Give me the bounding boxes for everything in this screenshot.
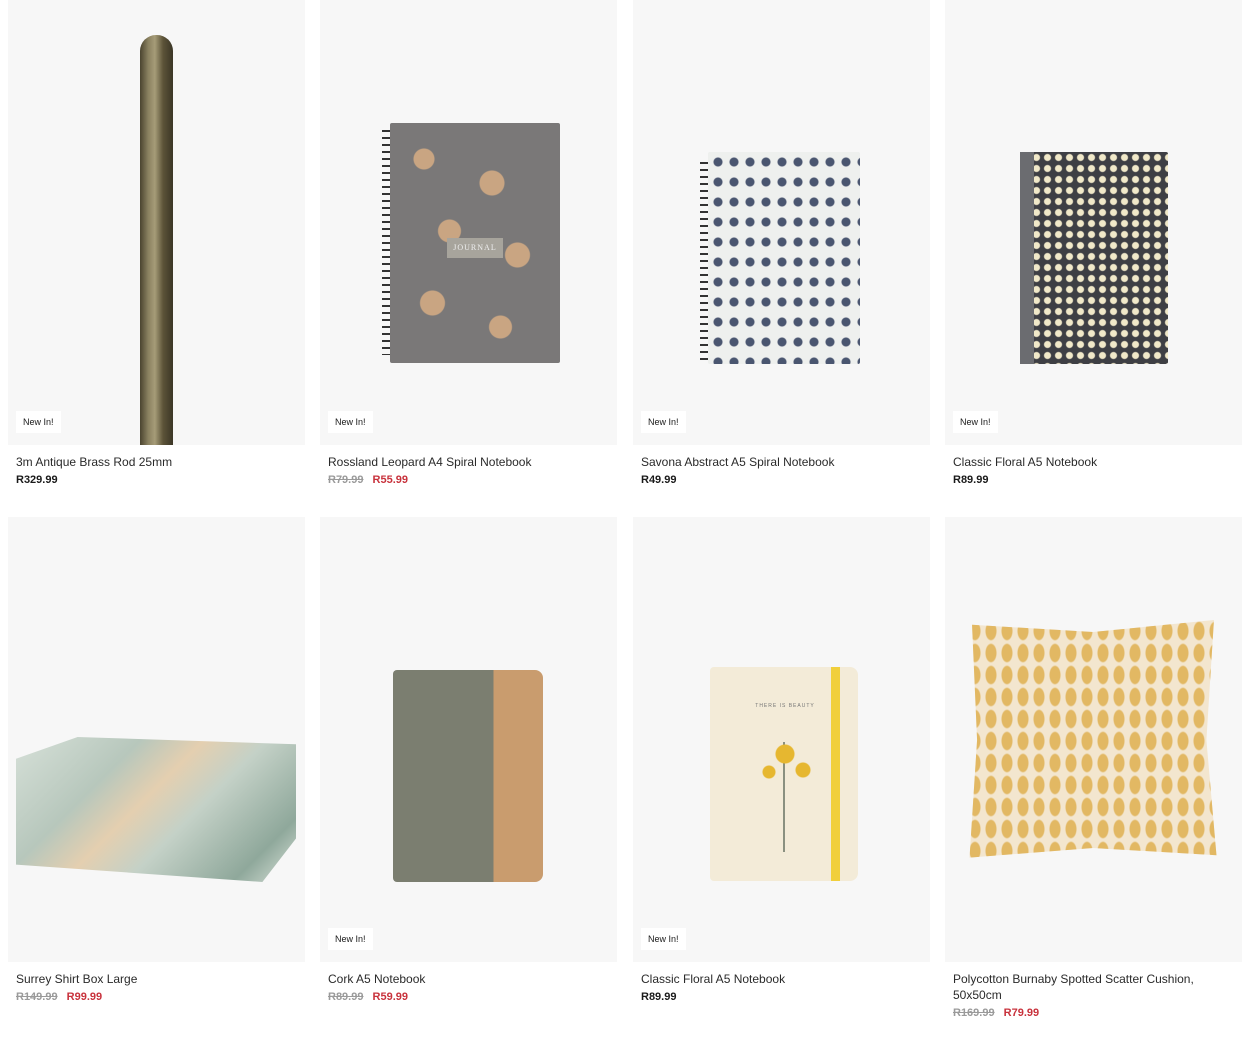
spotted-cushion-image [969,620,1217,858]
notebook-spine [1020,152,1034,364]
leopard-notebook-image: JOURNAL [390,123,560,363]
product-name[interactable]: Cork A5 Notebook [328,971,598,987]
product-image[interactable]: New In! [945,0,1242,445]
product-price: R329.99 [16,474,58,486]
product-image[interactable]: JOURNAL New In! [320,0,617,445]
abstract-notebook-image [708,152,860,364]
sale-price: R99.99 [66,991,103,1003]
product-price: R49.99 [641,474,677,486]
sale-price: R79.99 [1003,1007,1040,1019]
sale-price: R55.99 [372,474,409,486]
price-row: R89.99 [953,474,1242,486]
new-in-badge: New In! [641,928,686,950]
product-card[interactable]: Surrey Shirt Box Large R149.99 R99.99 [8,517,305,1003]
price-row: R79.99 R55.99 [328,474,617,486]
marble-box-image [16,737,296,882]
price-row: R149.99 R99.99 [16,991,305,1003]
product-name[interactable]: Classic Floral A5 Notebook [641,971,911,987]
cork-notebook-image [393,670,543,882]
price-row: R89.99 [641,991,930,1003]
new-in-badge: New In! [641,411,686,433]
product-card[interactable]: New In! Cork A5 Notebook R89.99 R59.99 [320,517,617,1003]
product-grid: New In! 3m Antique Brass Rod 25mm R329.9… [0,0,1250,1050]
new-in-badge: New In! [328,411,373,433]
product-image[interactable] [8,517,305,962]
new-in-badge: New In! [328,928,373,950]
product-image[interactable]: New In! [8,0,305,445]
flower-illustration [755,742,815,852]
cover-label: JOURNAL [447,238,503,258]
product-name[interactable]: 3m Antique Brass Rod 25mm [16,454,286,470]
product-price: R89.99 [953,474,989,486]
price-row: R89.99 R59.99 [328,991,617,1003]
product-image[interactable]: THERE IS BEAUTY New In! [633,517,930,962]
floral-notebook-image [1020,152,1168,364]
product-name[interactable]: Surrey Shirt Box Large [16,971,286,987]
cover-label: THERE IS BEAUTY [755,703,815,709]
new-in-badge: New In! [16,411,61,433]
product-name[interactable]: Rossland Leopard A4 Spiral Notebook [328,454,598,470]
product-card[interactable]: New In! Classic Floral A5 Notebook R89.9… [945,0,1242,486]
product-price: R89.99 [641,991,677,1003]
price-row: R49.99 [641,474,930,486]
product-image[interactable] [945,517,1242,962]
old-price: R79.99 [328,474,364,486]
sale-price: R59.99 [372,991,409,1003]
old-price: R149.99 [16,991,58,1003]
product-image[interactable]: New In! [320,517,617,962]
old-price: R89.99 [328,991,364,1003]
product-card[interactable]: New In! 3m Antique Brass Rod 25mm R329.9… [8,0,305,486]
product-card[interactable]: THERE IS BEAUTY New In! Classic Floral A… [633,517,930,1003]
price-row: R169.99 R79.99 [953,1007,1242,1019]
price-row: R329.99 [16,474,305,486]
product-name[interactable]: Classic Floral A5 Notebook [953,454,1223,470]
product-card[interactable]: New In! Savona Abstract A5 Spiral Notebo… [633,0,930,486]
old-price: R169.99 [953,1007,995,1019]
product-name[interactable]: Polycotton Burnaby Spotted Scatter Cushi… [953,971,1223,1003]
product-image[interactable]: New In! [633,0,930,445]
product-name[interactable]: Savona Abstract A5 Spiral Notebook [641,454,911,470]
elastic-band [831,667,840,881]
new-in-badge: New In! [953,411,998,433]
product-card[interactable]: Polycotton Burnaby Spotted Scatter Cushi… [945,517,1242,1019]
brass-rod-image [140,35,173,445]
cream-floral-notebook-image: THERE IS BEAUTY [710,667,858,881]
product-card[interactable]: JOURNAL New In! Rossland Leopard A4 Spir… [320,0,617,486]
